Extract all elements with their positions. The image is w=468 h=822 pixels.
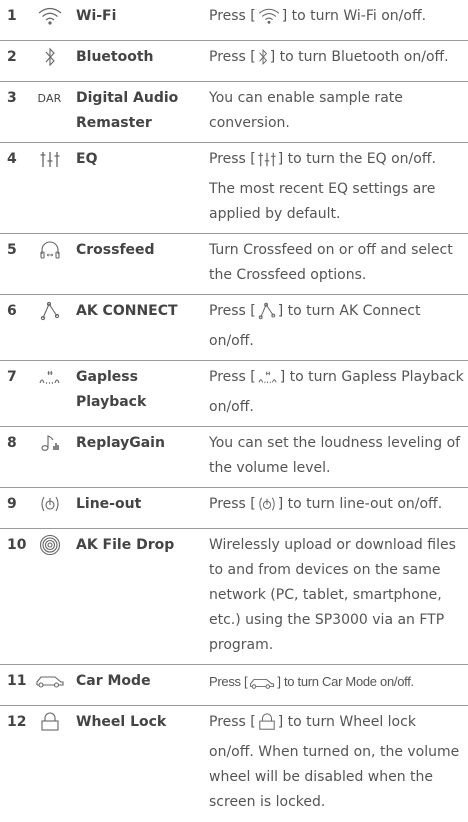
table-row: 9 Line-out Press [] to turn line-out on/…: [0, 488, 468, 529]
ak-connect-icon: [39, 301, 61, 321]
row-number: 2: [7, 49, 17, 65]
table-row: 3 DAR Digital Audio Remaster You can ena…: [0, 82, 468, 143]
table-row: 6 AK CONNECT Press [] to turn AK Connect…: [0, 295, 468, 361]
table-row: 2 Bluetooth Press [] to turn Bluetooth o…: [0, 41, 468, 82]
ak-connect-icon: [257, 302, 277, 329]
feature-description: Press [] to turn Wheel lock on/off. When…: [209, 713, 460, 810]
table-row: 12 Wheel Lock Press [] to turn Wheel loc…: [0, 706, 468, 822]
wheel-lock-icon: [257, 713, 277, 740]
table-row: 1 Wi-Fi Press [] to turn Wi-Fi on/off.: [0, 0, 468, 41]
headphones-crossfeed-icon: [39, 240, 61, 260]
gapless-icon: [38, 367, 62, 387]
row-number: 5: [7, 242, 17, 258]
feature-description: Press [] to turn Car Mode on/off.: [209, 665, 468, 706]
feature-name: Wi-Fi: [76, 8, 117, 24]
ak-file-drop-icon: [39, 534, 61, 556]
bluetooth-icon: [43, 47, 57, 67]
wifi-icon: [37, 6, 63, 26]
feature-name: EQ: [76, 151, 98, 167]
dar-icon: DAR: [37, 92, 62, 105]
eq-icon: [39, 149, 61, 169]
feature-name: Digital Audio Remaster: [76, 90, 179, 131]
feature-description: Press [] to turn line-out on/off.: [209, 488, 468, 529]
table-row: 8 ReplayGain You can set the loudness le…: [0, 427, 468, 488]
feature-name: AK CONNECT: [76, 303, 178, 319]
row-number: 10: [7, 537, 27, 553]
row-number: 4: [7, 151, 17, 167]
row-number: 7: [7, 369, 17, 385]
car-mode-icon: [248, 674, 276, 699]
wheel-lock-icon: [39, 712, 61, 732]
feature-description: Turn Crossfeed on or off and select the …: [209, 242, 453, 283]
car-mode-icon: [35, 672, 65, 690]
row-number: 9: [7, 496, 17, 512]
table-row: 4 EQ Press [] to turn the EQ on/off. The…: [0, 143, 468, 234]
feature-name: Wheel Lock: [76, 714, 167, 730]
feature-description: Press [] to turn the EQ on/off. The most…: [209, 150, 436, 222]
eq-icon: [257, 150, 277, 177]
table-row: 7 Gapless Playback Press [] to turn Gapl…: [0, 361, 468, 427]
bluetooth-icon: [257, 48, 269, 75]
feature-name: ReplayGain: [76, 435, 165, 451]
replaygain-icon: [39, 433, 61, 453]
gapless-icon: [257, 368, 279, 395]
feature-name: Gapless Playback: [76, 369, 147, 410]
table-row: 11 Car Mode Press [] to turn Car Mode on…: [0, 665, 468, 706]
row-number: 6: [7, 303, 17, 319]
feature-description: Press [] to turn Gapless Playback on/off…: [209, 368, 464, 415]
feature-description: You can enable sample rate conversion.: [209, 90, 403, 131]
feature-description: Press [] to turn Bluetooth on/off.: [209, 41, 468, 82]
feature-name: Line-out: [76, 496, 142, 512]
line-out-icon: [39, 494, 61, 514]
feature-description: Wirelessly upload or download files to a…: [209, 537, 456, 653]
row-number: 12: [7, 714, 27, 730]
table-row: 10 AK File Drop Wirelessly upload or dow…: [0, 529, 468, 665]
row-number: 1: [7, 8, 17, 24]
row-number: 8: [7, 435, 17, 451]
feature-name: AK File Drop: [76, 537, 175, 553]
feature-description: You can set the loudness leveling of the…: [209, 435, 461, 476]
feature-description: Press [] to turn AK Connect on/off.: [209, 302, 421, 349]
feature-table: 1 Wi-Fi Press [] to turn Wi-Fi on/off. 2…: [0, 0, 468, 821]
line-out-icon: [257, 495, 277, 522]
row-number: 11: [7, 673, 27, 689]
feature-name: Bluetooth: [76, 49, 154, 65]
wifi-icon: [257, 7, 281, 34]
table-row: 5 Crossfeed Turn Crossfeed on or off and…: [0, 234, 468, 295]
feature-name: Crossfeed: [76, 242, 155, 258]
row-number: 3: [7, 90, 17, 106]
feature-name: Car Mode: [76, 673, 151, 689]
feature-description: Press [] to turn Wi-Fi on/off.: [209, 0, 468, 41]
